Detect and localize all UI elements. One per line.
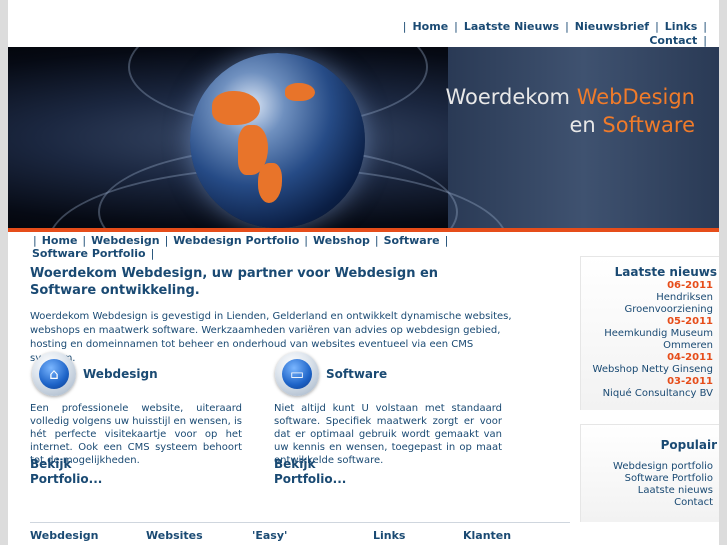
- page: | Home | Laatste Nieuws | Nieuwsbrief | Links | …: [8, 0, 719, 545]
- news-date: 04-2011: [667, 352, 713, 363]
- page-headline: Woerdekom Webdesign, uw partner voor Web…: [30, 266, 439, 298]
- top-nav: | Home | Laatste Nieuws | Nieuwsbrief | Links | …: [402, 20, 707, 47]
- header-banner: Woerdekom WebDesign en Software: [8, 47, 719, 228]
- intro-text: Woerdekom Webdesign is gevestigd in Lien…: [30, 311, 512, 364]
- software-title: Software: [326, 367, 388, 381]
- top-nav-contact[interactable]: Contact: [649, 34, 697, 47]
- popular-title: Populair: [660, 438, 717, 452]
- main-nav-webshop[interactable]: Webshop: [313, 234, 370, 247]
- webdesign-portfolio-link[interactable]: Bekijk Portfolio...: [30, 457, 120, 487]
- popular-link[interactable]: Software Portfolio: [581, 473, 719, 485]
- main-nav-software[interactable]: Software: [384, 234, 440, 247]
- home-icon: ⌂: [32, 352, 76, 396]
- popular-link[interactable]: Laatste nieuws: [581, 485, 719, 497]
- news-item[interactable]: Hendriksen Groenvoorziening: [581, 292, 719, 316]
- top-nav-links[interactable]: Links: [665, 20, 697, 33]
- software-portfolio-link[interactable]: Bekijk Portfolio...: [274, 457, 364, 487]
- popular-panel: Populair Webdesign portfolio Software Po…: [580, 424, 719, 522]
- main-nav-webdesign[interactable]: Webdesign: [91, 234, 159, 247]
- latest-news-title: Laatste nieuws: [614, 265, 717, 279]
- banner-title: Woerdekom WebDesign en Software: [445, 85, 695, 137]
- footer-easy[interactable]: 'Easy': [252, 529, 287, 542]
- webdesign-title: Webdesign: [83, 367, 158, 381]
- top-nav-home[interactable]: Home: [412, 20, 448, 33]
- footer-webdesign[interactable]: Webdesign: [30, 529, 98, 542]
- footer-divider: [30, 522, 570, 523]
- main-nav-webdesign-portfolio[interactable]: Webdesign Portfolio: [173, 234, 299, 247]
- footer-websites[interactable]: Websites: [146, 529, 203, 542]
- main-nav-software-portfolio[interactable]: Software Portfolio: [32, 247, 146, 260]
- news-date: 03-2011: [667, 376, 713, 387]
- monitor-icon: ▭: [275, 352, 319, 396]
- news-date: 06-2011: [667, 280, 713, 291]
- news-item[interactable]: Heemkundig Museum Ommeren: [581, 328, 719, 352]
- top-nav-nieuwsbrief[interactable]: Nieuwsbrief: [575, 20, 649, 33]
- news-item[interactable]: Webshop Netty Ginseng: [581, 364, 719, 376]
- news-item[interactable]: Niqué Consultancy BV: [581, 388, 719, 400]
- main-nav: | Home | Webdesign | Webdesign Portfolio | Webs…: [32, 234, 449, 260]
- latest-news-panel: Laatste nieuws 06-2011 Hendriksen Groenv…: [580, 256, 719, 410]
- news-date: 05-2011: [667, 316, 713, 327]
- top-nav-laatste-nieuws[interactable]: Laatste Nieuws: [464, 20, 559, 33]
- banner-accent-bar: [8, 228, 719, 232]
- footer-klanten[interactable]: Klanten: [463, 529, 511, 542]
- popular-link[interactable]: Contact: [581, 497, 719, 509]
- popular-link[interactable]: Webdesign portfolio: [581, 461, 719, 473]
- globe-image: [190, 53, 365, 228]
- footer-links[interactable]: Links: [373, 529, 405, 542]
- main-nav-home[interactable]: Home: [42, 234, 78, 247]
